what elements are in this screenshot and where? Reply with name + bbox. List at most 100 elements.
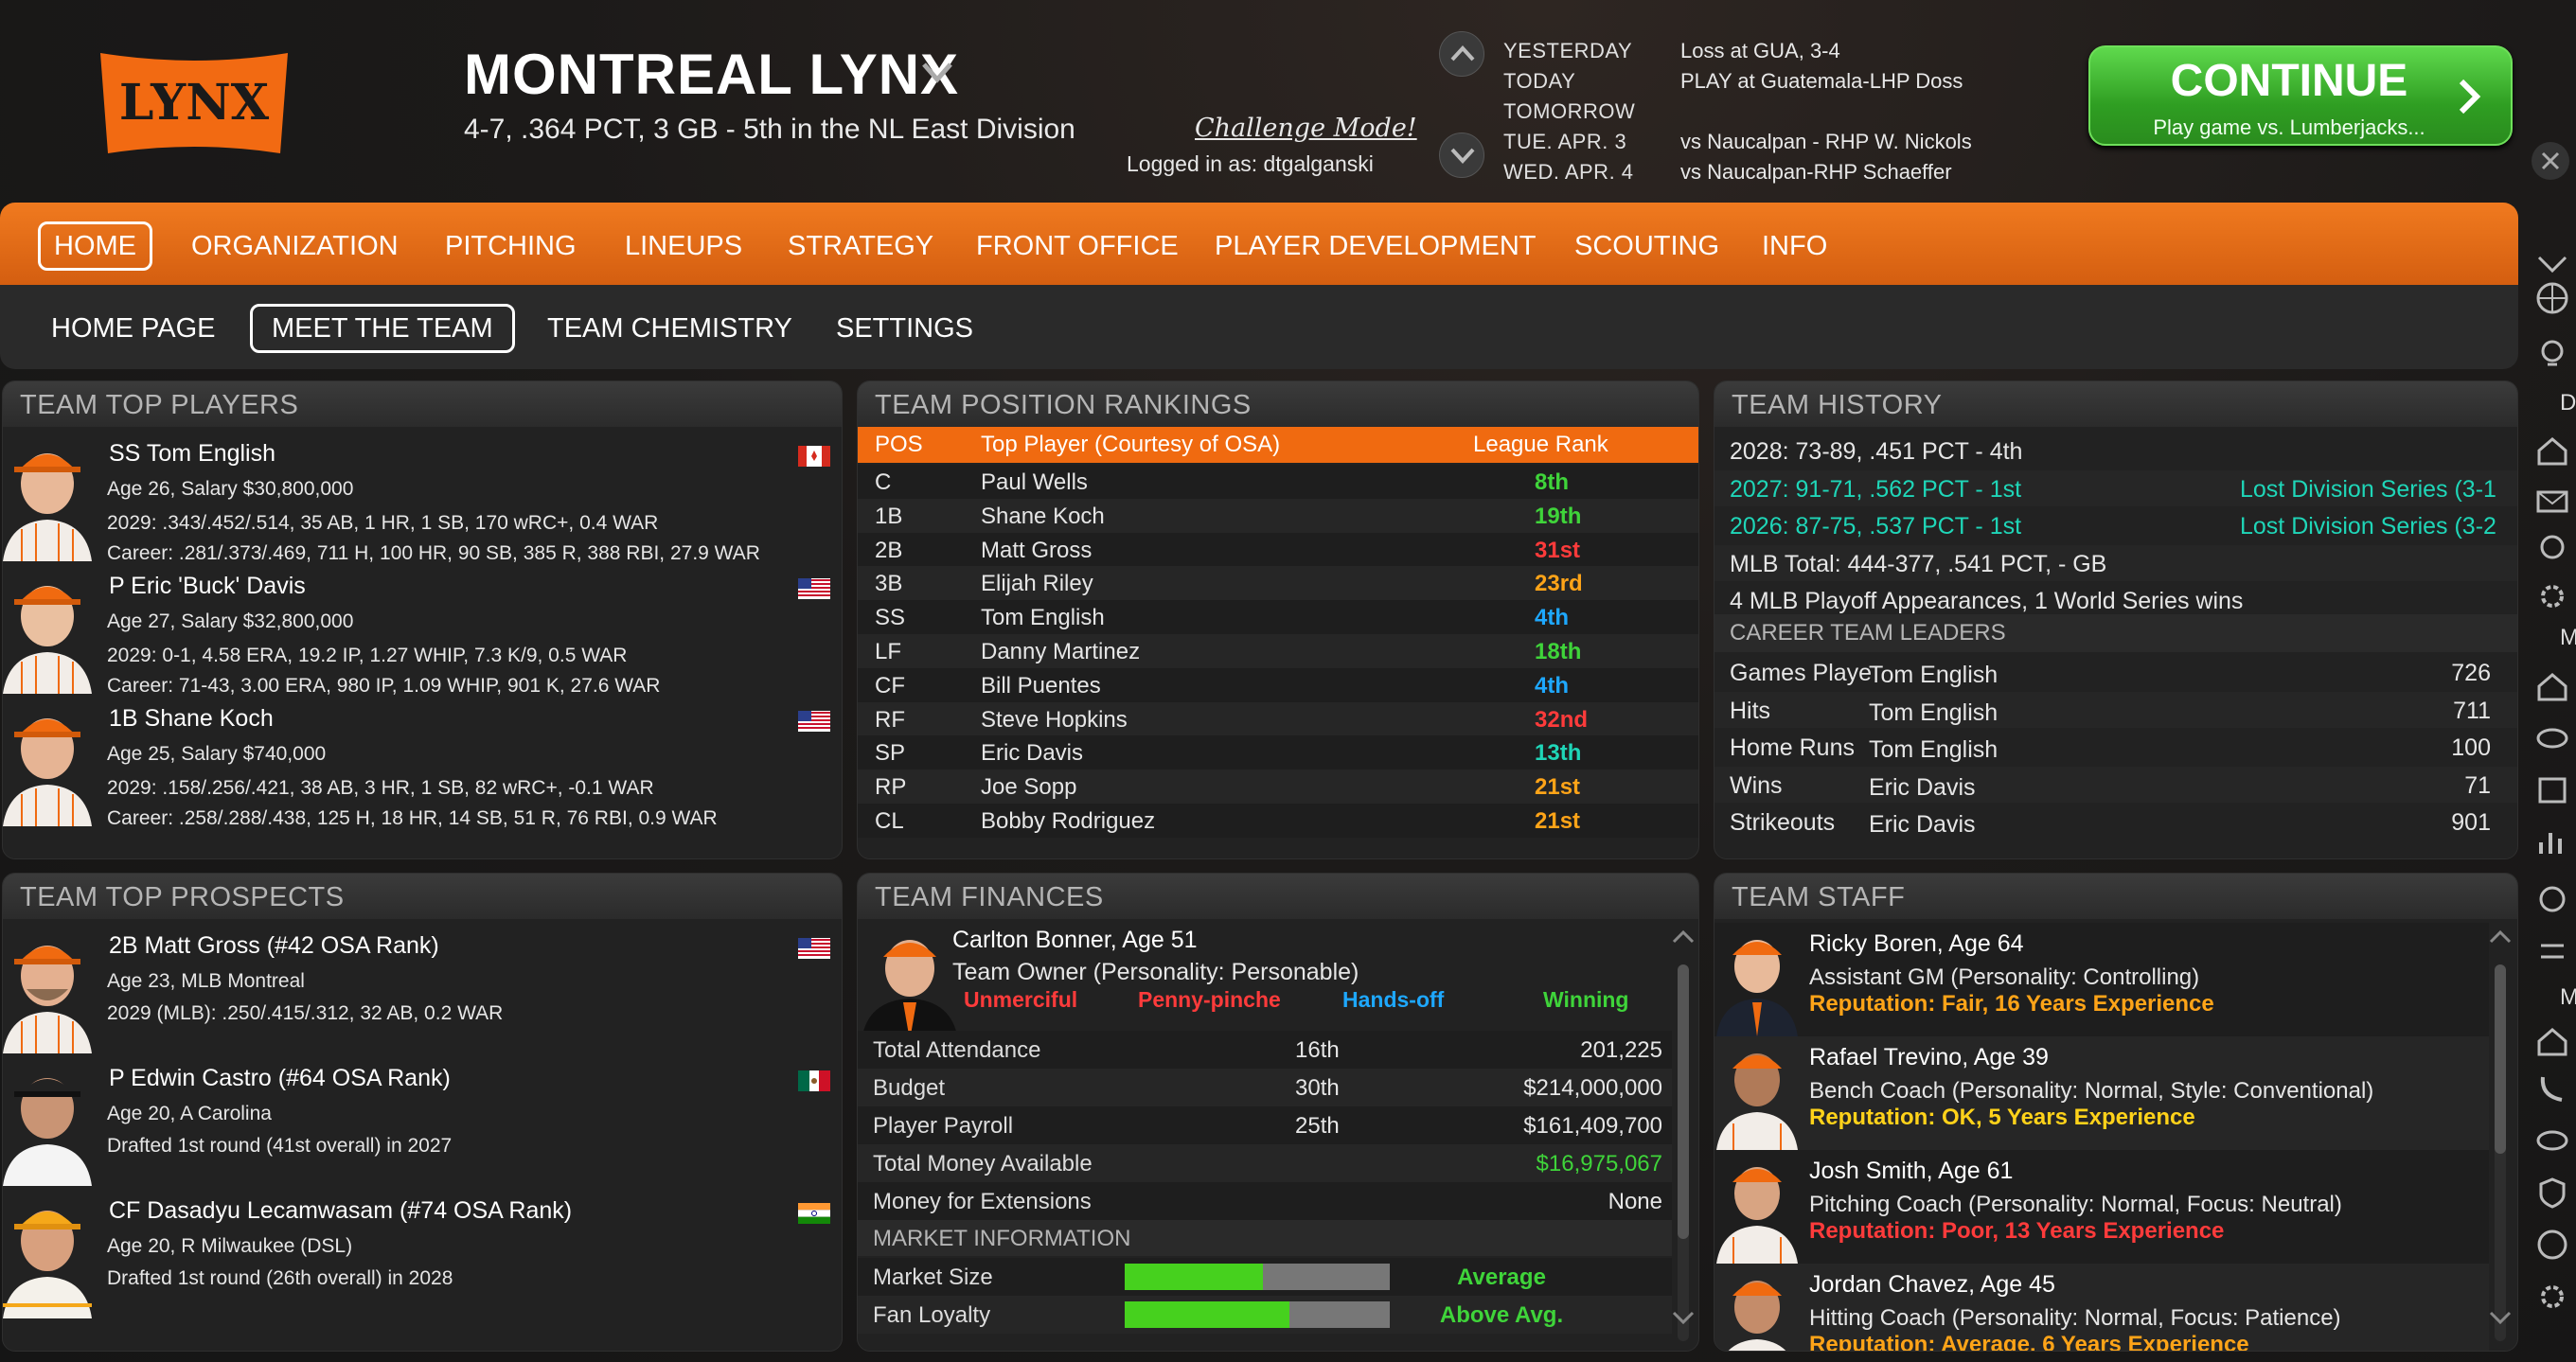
table-row[interactable]: 1B Shane Koch 19th [858, 498, 1698, 533]
player-cell[interactable]: Bill Puentes [981, 673, 1101, 699]
player-name[interactable]: SS Tom English [109, 440, 275, 468]
table-row[interactable]: RP Joe Sopp 21st [858, 769, 1698, 805]
leader-player[interactable]: Tom English [1869, 736, 1998, 764]
lightbulb-icon[interactable] [2533, 336, 2571, 374]
tab-pitching[interactable]: PITCHING [445, 221, 577, 271]
leader-row[interactable]: Strikeouts Eric Davis 901 [1714, 804, 2517, 840]
calendar-icon[interactable] [2533, 771, 2571, 809]
prospect-card[interactable]: CF Dasadyu Lecamwasam (#74 OSA Rank) Age… [3, 1188, 842, 1320]
player-name[interactable]: 1B Shane Koch [109, 705, 274, 733]
staff-name[interactable]: Rafael Trevino, Age 39 [1809, 1044, 2049, 1071]
leader-player[interactable]: Eric Davis [1869, 774, 1976, 802]
globe-icon[interactable] [2533, 279, 2571, 317]
staff-card[interactable]: Josh Smith, Age 61 Pitching Coach (Person… [1714, 1150, 2489, 1264]
chevron-down-icon[interactable] [2487, 1307, 2514, 1328]
tab-strategy[interactable]: STRATEGY [788, 221, 933, 271]
subtab-settings[interactable]: SETTINGS [836, 304, 973, 353]
table-row[interactable]: CL Bobby Rodriguez 21st [858, 804, 1698, 838]
leader-row[interactable]: Wins Eric Davis 71 [1714, 766, 2517, 803]
schedule-result[interactable]: vs Naucalpan-RHP Schaeffer [1680, 160, 1952, 185]
staff-name[interactable]: Jordan Chavez, Age 45 [1809, 1271, 2055, 1299]
column-header[interactable]: POS [875, 432, 923, 458]
schedule-up-button[interactable] [1439, 31, 1484, 77]
table-row[interactable]: 2B Matt Gross 31st [858, 532, 1698, 567]
subtab-home-page[interactable]: HOME PAGE [51, 304, 216, 353]
chevron-down-icon[interactable] [1670, 1307, 1697, 1328]
home-icon[interactable] [2533, 432, 2571, 469]
player-cell[interactable]: Eric Davis [981, 740, 1083, 767]
player-card[interactable]: P Eric 'Buck' Davis Age 27, Salary $32,8… [3, 563, 842, 697]
schedule-down-button[interactable] [1439, 133, 1484, 178]
prospect-name[interactable]: P Edwin Castro (#64 OSA Rank) [109, 1065, 451, 1092]
tab-player-development[interactable]: PLAYER DEVELOPMENT [1215, 221, 1537, 271]
phone-icon[interactable] [2533, 1070, 2571, 1107]
table-row[interactable]: 3B Elijah Riley 23rd [858, 566, 1698, 601]
player-cell[interactable]: Paul Wells [981, 469, 1088, 496]
gear-icon[interactable] [2533, 1278, 2571, 1316]
chart-icon[interactable] [2533, 823, 2571, 861]
leader-row[interactable]: Hits Tom English 711 [1714, 691, 2517, 728]
tab-lineups[interactable]: LINEUPS [625, 221, 742, 271]
mail-icon[interactable] [2533, 483, 2571, 521]
prospect-card[interactable]: 2B Matt Gross (#42 OSA Rank) Age 23, MLB… [3, 923, 842, 1055]
tab-info[interactable]: INFO [1762, 221, 1827, 271]
continue-button[interactable]: CONTINUE Play game vs. Lumberjacks... [2088, 45, 2513, 146]
table-row[interactable]: SS Tom English 4th [858, 600, 1698, 635]
tab-organization[interactable]: ORGANIZATION [191, 221, 399, 271]
player-cell[interactable]: Danny Martinez [981, 639, 1140, 665]
table-row[interactable]: LF Danny Martinez 18th [858, 634, 1698, 668]
schedule-result[interactable]: PLAY at Guatemala-LHP Doss [1680, 69, 1963, 94]
tab-scouting[interactable]: SCOUTING [1574, 221, 1719, 271]
staff-card[interactable]: Jordan Chavez, Age 45 Hitting Coach (Pers… [1714, 1264, 2489, 1351]
table-row[interactable]: C Paul Wells 8th [858, 465, 1698, 499]
player-card[interactable]: 1B Shane Koch Age 25, Salary $740,000 20… [3, 696, 842, 829]
leader-player[interactable]: Eric Davis [1869, 811, 1976, 839]
table-row[interactable]: SP Eric Davis 13th [858, 735, 1698, 770]
player-cell[interactable]: Tom English [981, 605, 1105, 631]
chevron-up-icon[interactable] [1670, 927, 1697, 947]
globe-icon[interactable] [2533, 1226, 2571, 1264]
leader-player[interactable]: Tom English [1869, 699, 1998, 727]
gear-icon[interactable] [2533, 577, 2571, 615]
player-cell[interactable]: Matt Gross [981, 538, 1092, 564]
chevron-up-icon[interactable] [2487, 927, 2514, 947]
staff-card[interactable]: Rafael Trevino, Age 39 Bench Coach (Perso… [1714, 1036, 2489, 1150]
team-name[interactable]: MONTREAL LYNX [464, 42, 959, 107]
chevron-down-icon[interactable] [920, 59, 954, 87]
tab-home[interactable]: HOME [38, 221, 152, 271]
leader-player[interactable]: Tom English [1869, 662, 1998, 689]
table-row[interactable]: RF Steve Hopkins 32nd [858, 701, 1698, 736]
player-cell[interactable]: Shane Koch [981, 504, 1105, 530]
swap-icon[interactable] [2533, 932, 2571, 970]
schedule-result[interactable]: Loss at GUA, 3-4 [1680, 39, 1840, 63]
player-cell[interactable]: Elijah Riley [981, 571, 1093, 597]
player-cell[interactable]: Joe Sopp [981, 774, 1076, 801]
staff-name[interactable]: Josh Smith, Age 61 [1809, 1158, 2013, 1185]
leader-row[interactable]: Home Runs Tom English 100 [1714, 729, 2517, 765]
staff-card[interactable]: Ricky Boren, Age 64 Assistant GM (Persona… [1714, 923, 2489, 1036]
home-icon[interactable] [2533, 667, 2571, 705]
chevron-down-icon[interactable] [2533, 246, 2571, 284]
tab-front-office[interactable]: FRONT OFFICE [976, 221, 1179, 271]
subtab-team-chemistry[interactable]: TEAM CHEMISTRY [547, 304, 792, 353]
leader-row[interactable]: Games Playe Tom English 726 [1714, 654, 2517, 690]
prospect-card[interactable]: P Edwin Castro (#64 OSA Rank) Age 20, A … [3, 1055, 842, 1188]
eye-icon[interactable] [2533, 1122, 2571, 1159]
column-header[interactable]: Top Player (Courtesy of OSA) [981, 432, 1280, 458]
home-icon[interactable] [2533, 1022, 2571, 1060]
staff-name[interactable]: Ricky Boren, Age 64 [1809, 930, 2024, 958]
table-row[interactable]: CF Bill Puentes 4th [858, 667, 1698, 702]
staff-scrollbar[interactable] [2495, 964, 2506, 1154]
eye-icon[interactable] [2533, 719, 2571, 757]
subtab-meet-the-team[interactable]: MEET THE TEAM [250, 304, 515, 353]
player-card[interactable]: SS Tom English Age 26, Salary $30,800,00… [3, 431, 842, 564]
close-icon[interactable] [2532, 142, 2569, 180]
challenge-mode-link[interactable]: Challenge Mode! [1195, 114, 1417, 143]
schedule-result[interactable]: vs Naucalpan - RHP W. Nickols [1680, 130, 1972, 154]
circle-icon[interactable] [2533, 880, 2571, 918]
history-result[interactable]: Lost Division Series (3-2 [2240, 513, 2496, 540]
shield-icon[interactable] [2533, 1174, 2571, 1212]
history-result[interactable]: Lost Division Series (3-1 [2240, 476, 2496, 504]
team-logo[interactable]: LYNX [95, 47, 293, 159]
search-icon[interactable] [2533, 530, 2571, 568]
